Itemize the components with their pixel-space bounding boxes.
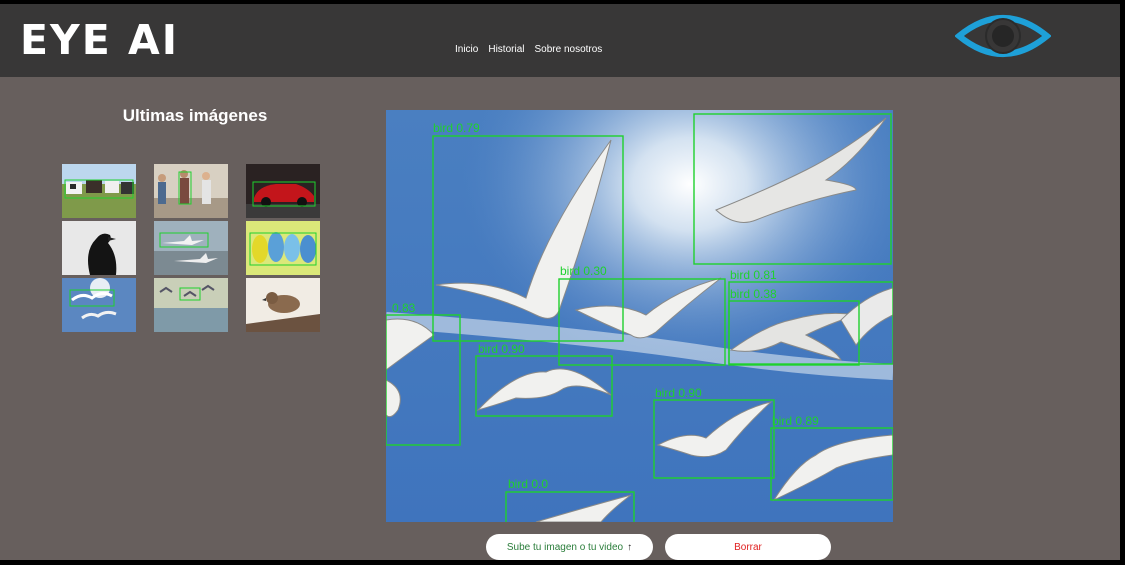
- detection-result-image: bird 0.79 bird 0.30 bird 0.81 bird 0.38 …: [386, 110, 893, 522]
- header: EYE AI Inicio Historial Sobre nosotros: [0, 4, 1120, 77]
- thumb-crow[interactable]: [62, 221, 136, 275]
- detection-label: bird 0.79: [433, 121, 480, 135]
- thumb-family[interactable]: [154, 164, 228, 218]
- recent-images-title: Ultimas imágenes: [122, 106, 268, 125]
- detection-label: bird 0.81: [730, 268, 777, 282]
- detection-label: 0.83: [392, 301, 416, 315]
- upload-button-label: Sube tu imagen o tu video: [506, 541, 624, 553]
- detection-label: bird 0.90: [478, 342, 525, 356]
- detection-label: bird 0.89: [772, 414, 819, 428]
- upload-button[interactable]: Sube tu imagen o tu video ↑: [486, 534, 653, 560]
- detection-label: bird 0.90: [655, 386, 702, 400]
- nav-historial[interactable]: Historial: [488, 44, 524, 55]
- thumb-sparrow[interactable]: [246, 278, 320, 332]
- main-nav: Inicio Historial Sobre nosotros: [455, 44, 602, 55]
- nav-inicio[interactable]: Inicio: [455, 44, 478, 55]
- detection-label: bird 0.38: [730, 287, 777, 301]
- recent-images-grid: [62, 164, 320, 332]
- thumb-cows[interactable]: [62, 164, 136, 218]
- thumb-parakeets[interactable]: [246, 221, 320, 275]
- detection-label: bird 0.30: [560, 264, 607, 278]
- nav-sobre-nosotros[interactable]: Sobre nosotros: [534, 44, 602, 55]
- thumb-seagulls[interactable]: [62, 278, 136, 332]
- thumb-car[interactable]: [246, 164, 320, 218]
- delete-button[interactable]: Borrar: [665, 534, 831, 560]
- app-frame: EYE AI Inicio Historial Sobre nosotros U…: [0, 4, 1120, 560]
- brand-title: EYE AI: [20, 16, 179, 64]
- eye-logo-icon: [955, 15, 1051, 57]
- thumb-birds-sky[interactable]: [154, 278, 228, 332]
- upload-arrow-icon: ↑: [627, 541, 633, 553]
- thumb-airport[interactable]: [154, 221, 228, 275]
- detection-label: bird 0.0: [508, 477, 548, 491]
